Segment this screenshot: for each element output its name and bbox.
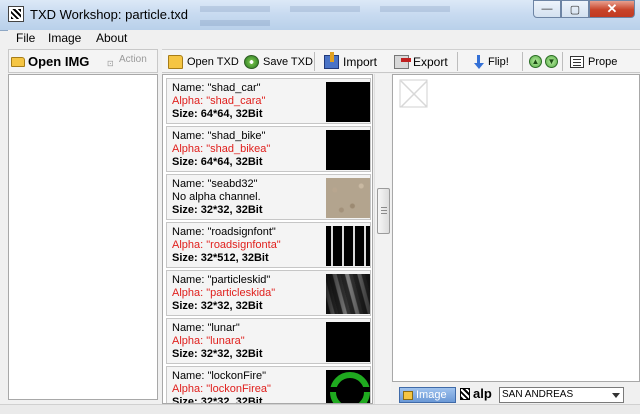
resize-icon: ⊡: [107, 59, 114, 68]
export-icon: [394, 54, 411, 69]
texture-alpha: No alpha channel.: [172, 191, 261, 203]
game-version-select[interactable]: SAN ANDREAS: [499, 387, 624, 403]
img-file-list[interactable]: [8, 74, 158, 400]
texture-thumbnail: [326, 178, 370, 218]
menu-about[interactable]: About: [96, 31, 127, 45]
image-view-button[interactable]: Image: [399, 387, 456, 403]
open-img-button[interactable]: Open IMG: [11, 54, 89, 69]
open-txd-label: Open TXD: [187, 55, 239, 68]
texture-item[interactable]: Name: "roadsignfont" Alpha: "roadsignfon…: [166, 222, 371, 268]
import-icon: [324, 51, 339, 69]
img-toolbar: Open IMG ⊡ Action: [8, 49, 158, 73]
texture-item[interactable]: Name: "shad_bike" Alpha: "shad_bikea" Si…: [166, 126, 371, 172]
texture-alpha: Alpha: "lockonFirea": [172, 383, 271, 395]
texture-thumbnail: [326, 370, 370, 403]
texture-alpha: Alpha: "particleskida": [172, 287, 276, 299]
properties-button[interactable]: Prope: [570, 52, 617, 71]
title-bar: TXD Workshop: particle.txd — ▢ ✕: [0, 0, 640, 31]
texture-alpha: Alpha: "lunara": [172, 335, 245, 347]
texture-item[interactable]: Name: "particleskid" Alpha: "particleski…: [166, 270, 371, 316]
export-button[interactable]: Export: [394, 52, 448, 71]
texture-list-scrollbar[interactable]: [374, 74, 391, 404]
open-txd-button[interactable]: Open TXD: [168, 52, 239, 71]
texture-size: Size: 32*32, 32Bit: [172, 396, 263, 404]
alpha-view-button[interactable]: alp: [460, 386, 492, 401]
action-label[interactable]: Action: [119, 54, 147, 65]
properties-label: Prope: [588, 55, 618, 68]
texture-alpha: Alpha: "shad_cara": [172, 95, 266, 107]
save-txd-label: Save TXD: [263, 55, 313, 68]
menu-file[interactable]: File: [16, 31, 35, 45]
texture-list[interactable]: Name: "shad_car" Alpha: "shad_cara" Size…: [162, 74, 373, 404]
texture-size: Size: 32*32, 32Bit: [172, 204, 263, 216]
move-up-button[interactable]: ▲: [529, 55, 542, 68]
texture-item[interactable]: Name: "shad_car" Alpha: "shad_cara" Size…: [166, 78, 371, 124]
close-button[interactable]: ✕: [589, 0, 635, 18]
texture-name: Name: "lockonFire": [172, 370, 267, 382]
texture-preview: [392, 74, 640, 382]
game-version-value: SAN ANDREAS: [502, 389, 574, 400]
open-img-label: Open IMG: [28, 54, 90, 69]
app-icon: [8, 6, 24, 22]
image-tab-label: Image: [416, 389, 447, 401]
texture-name: Name: "roadsignfont": [172, 226, 276, 238]
texture-thumbnail: [326, 322, 370, 362]
texture-name: Name: "shad_car": [172, 82, 261, 94]
texture-size: Size: 32*32, 32Bit: [172, 348, 263, 360]
toolbar-divider: [457, 52, 458, 71]
move-down-button[interactable]: ▼: [545, 55, 558, 68]
chevron-down-icon: [612, 393, 620, 398]
properties-icon: [570, 55, 584, 68]
grip-line: [381, 210, 387, 211]
toolbar-divider: [562, 52, 563, 71]
import-label: Import: [343, 54, 378, 69]
image-icon: [403, 390, 413, 400]
app-window: TXD Workshop: particle.txd — ▢ ✕ File Im…: [0, 0, 640, 414]
broken-image-icon: [399, 79, 428, 108]
texture-item[interactable]: Name: "lockonFire" Alpha: "lockonFirea" …: [166, 366, 371, 404]
texture-name: Name: "particleskid": [172, 274, 271, 286]
main-toolbar: Open TXD Save TXD Import Export Flip! ▲ …: [162, 49, 640, 73]
save-txd-button[interactable]: Save TXD: [244, 52, 313, 71]
flip-arrow-icon: [474, 54, 484, 69]
texture-thumbnail: [326, 130, 370, 170]
import-button[interactable]: Import: [324, 51, 378, 71]
titlebar-glass-reflection: [190, 3, 510, 27]
scrollbar-thumb[interactable]: [377, 188, 390, 234]
texture-thumbnail: [326, 226, 370, 266]
export-label: Export: [413, 54, 448, 69]
texture-name: Name: "seabd32": [172, 178, 258, 190]
texture-size: Size: 32*32, 32Bit: [172, 300, 263, 312]
toolbar-divider: [522, 52, 523, 71]
flip-label: Flip!: [488, 55, 509, 68]
maximize-button[interactable]: ▢: [561, 0, 589, 18]
window-bottom-edge: [0, 404, 640, 414]
texture-thumbnail: [326, 82, 370, 122]
menu-image[interactable]: Image: [48, 31, 81, 45]
menu-bar: File Image About: [8, 30, 640, 47]
folder-icon: [168, 54, 183, 69]
folder-icon: [11, 56, 25, 67]
alpha-tab-label: alp: [473, 386, 492, 401]
minimize-button[interactable]: —: [533, 0, 561, 18]
grip-line: [381, 207, 387, 208]
texture-item[interactable]: Name: "seabd32" No alpha channel. Size: …: [166, 174, 371, 220]
texture-alpha: Alpha: "roadsignfonta": [172, 239, 281, 251]
window-title: TXD Workshop: particle.txd: [30, 7, 188, 22]
texture-alpha: Alpha: "shad_bikea": [172, 143, 271, 155]
texture-size: Size: 64*64, 32Bit: [172, 108, 263, 120]
preview-bottom-bar: Image alp SAN ANDREAS: [392, 382, 640, 404]
texture-size: Size: 32*512, 32Bit: [172, 252, 269, 264]
save-icon: [244, 54, 259, 69]
grip-line: [381, 213, 387, 214]
texture-size: Size: 64*64, 32Bit: [172, 156, 263, 168]
flip-button[interactable]: Flip!: [474, 52, 509, 71]
toolbar-divider: [314, 52, 315, 71]
texture-thumbnail: [326, 274, 370, 314]
alpha-icon: [460, 387, 470, 400]
texture-name: Name: "shad_bike": [172, 130, 266, 142]
texture-name: Name: "lunar": [172, 322, 240, 334]
texture-item[interactable]: Name: "lunar" Alpha: "lunara" Size: 32*3…: [166, 318, 371, 364]
